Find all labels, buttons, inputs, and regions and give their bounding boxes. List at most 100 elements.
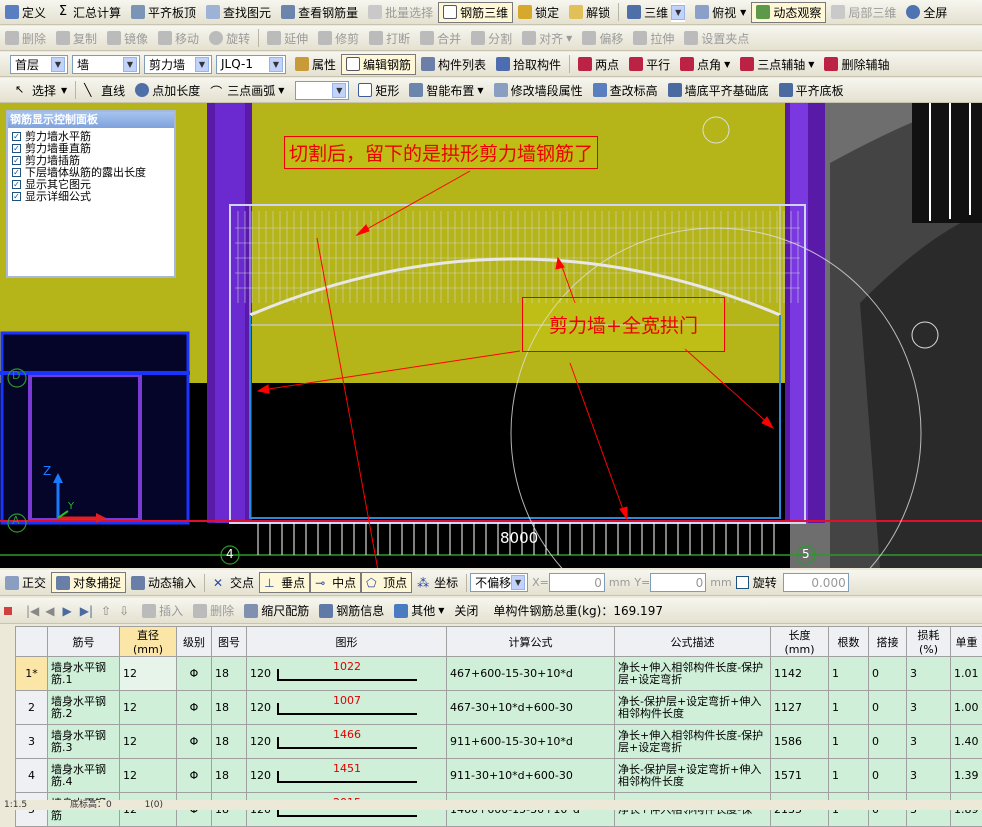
cell-length[interactable]: 1571 [771,759,829,793]
row-index[interactable]: 1* [16,657,48,691]
grip-button[interactable]: 设置夹点 [679,28,754,49]
component-list-button[interactable]: 构件列表 [416,54,491,75]
offset-button[interactable]: 偏移 [577,28,628,49]
smart-layout-button[interactable]: 智能布置▼ [404,80,488,101]
cell-description[interactable]: 净长+伸入相邻构件长度-保护层+设定弯折 [615,657,771,691]
two-point-axis-button[interactable]: 两点 [573,54,624,75]
header-loss[interactable]: 损耗(%) [907,627,951,657]
cell-diameter[interactable]: 12 [120,657,177,691]
intersection-snap[interactable]: ✕交点 [208,572,259,593]
sum-calc-button[interactable]: Σ汇总计算 [51,2,126,23]
extend-button[interactable]: 延伸 [262,28,313,49]
arc-mode-select[interactable]: ▼ [295,81,349,100]
lock-button[interactable]: 锁定 [513,2,564,23]
table-row[interactable]: 2墙身水平钢筋.212Φ181201007467-30+10*d+600-30净… [16,691,982,725]
cell-length[interactable]: 1127 [771,691,829,725]
prev-icon[interactable]: ◀ [45,604,54,618]
cell-loss[interactable]: 3 [907,725,951,759]
cell-formula[interactable]: 911+600-15-30+10*d [447,725,615,759]
table-row[interactable]: 3墙身水平钢筋.312Φ181201466911+600-15-30+10*d净… [16,725,982,759]
x-input[interactable]: 0 [549,573,605,592]
merge-button[interactable]: 合并 [415,28,466,49]
subtype-select[interactable]: 剪力墙▼ [144,55,212,74]
cell-shape[interactable]: 1201466 [247,725,447,759]
cell-grade[interactable]: Φ [177,691,212,725]
split-button[interactable]: 分割 [466,28,517,49]
cell-diameter[interactable]: 12 [120,725,177,759]
point-length-button[interactable]: 点加长度 [130,80,205,101]
offset-select[interactable]: 不偏移▼ [470,573,528,592]
rebar-info-button[interactable]: 钢筋信息 [314,600,389,621]
first-icon[interactable]: |◀ [26,604,39,618]
cell-unit-weight[interactable]: 1.01 [951,657,982,691]
rotate-input[interactable]: 0.000 [783,573,849,592]
cell-bar-name[interactable]: 墙身水平钢筋.1 [48,657,120,691]
point-angle-button[interactable]: 点角▼ [675,54,735,75]
cell-description[interactable]: 净长-保护层+设定弯折+伸入相邻构件长度 [615,759,771,793]
checkbox-detailed-formula[interactable]: ✓显示详细公式 [8,190,174,202]
cell-diameter[interactable]: 12 [120,691,177,725]
cell-lap[interactable]: 0 [869,725,907,759]
cell-unit-weight[interactable]: 1.40 [951,725,982,759]
edit-rebar-button[interactable]: 编辑钢筋 [341,54,416,75]
line-button[interactable]: ╲直线 [79,80,130,101]
cell-count[interactable]: 1 [829,657,869,691]
align-floor-bottom-button[interactable]: 平齐底板 [774,80,849,101]
batch-select-button[interactable]: 批量选择 [363,2,438,23]
header-fig-no[interactable]: 图号 [212,627,247,657]
rectangle-button[interactable]: 矩形 [353,80,404,101]
pick-component-button[interactable]: 拾取构件 [491,54,566,75]
close-table-button[interactable]: 关闭 [449,600,483,621]
row-index[interactable]: 2 [16,691,48,725]
header-formula[interactable]: 计算公式 [447,627,615,657]
coordinate-snap[interactable]: ⁂坐标 [412,572,463,593]
insert-button[interactable]: 插入 [137,600,188,621]
cell-count[interactable]: 1 [829,691,869,725]
unlock-button[interactable]: 解锁 [564,2,615,23]
cell-shape[interactable]: 1201007 [247,691,447,725]
cell-length[interactable]: 1142 [771,657,829,691]
three-point-axis-button[interactable]: 三点辅轴▼ [735,54,819,75]
find-element-button[interactable]: 查找图元 [201,2,276,23]
object-snap-toggle[interactable]: 对象捕捉 [51,572,126,593]
cell-description[interactable]: 净长-保护层+设定弯折+伸入相邻构件长度 [615,691,771,725]
delete-axis-button[interactable]: 删除辅轴 [819,54,894,75]
parallel-axis-button[interactable]: 平行 [624,54,675,75]
header-lap[interactable]: 搭接 [869,627,907,657]
vertex-snap[interactable]: ⬠顶点 [361,572,412,593]
cell-unit-weight[interactable]: 1.00 [951,691,982,725]
table-row[interactable]: 1*墙身水平钢筋.112Φ181201022467+600-15-30+10*d… [16,657,982,691]
cell-lap[interactable]: 0 [869,759,907,793]
cell-length[interactable]: 1586 [771,725,829,759]
dynamic-input-toggle[interactable]: 动态输入 [126,572,201,593]
cell-loss[interactable]: 3 [907,657,951,691]
view-rebar-qty-button[interactable]: 查看钢筋量 [276,2,363,23]
header-count[interactable]: 根数 [829,627,869,657]
cell-bar-name[interactable]: 墙身水平钢筋.2 [48,691,120,725]
cell-loss[interactable]: 3 [907,691,951,725]
three-point-arc-button[interactable]: ⌒三点画弧▼ [205,80,289,101]
other-dropdown[interactable]: 其他▼ [389,600,449,621]
top-view-dropdown[interactable]: 俯视▼ [690,2,751,23]
y-input[interactable]: 0 [650,573,706,592]
cell-formula[interactable]: 467-30+10*d+600-30 [447,691,615,725]
stretch-button[interactable]: 拉伸 [628,28,679,49]
cell-diameter[interactable]: 12 [120,759,177,793]
partial-3d-button[interactable]: 局部三维 [826,2,901,23]
wall-bottom-align-button[interactable]: 墙底平齐基础底 [663,80,774,101]
floor-select[interactable]: 首层▼ [10,55,68,74]
trim-button[interactable]: 修剪 [313,28,364,49]
align-slab-top-button[interactable]: 平齐板顶 [126,2,201,23]
define-button[interactable]: 定义 [0,2,51,23]
down-icon[interactable]: ⇩ [119,604,129,618]
cell-bar-name[interactable]: 墙身水平钢筋.4 [48,759,120,793]
properties-button[interactable]: 属性 [290,54,341,75]
cell-count[interactable]: 1 [829,725,869,759]
header-diameter[interactable]: 直径(mm) [120,627,177,657]
cell-description[interactable]: 净长+伸入相邻构件长度-保护层+设定弯折 [615,725,771,759]
header-shape[interactable]: 图形 [247,627,447,657]
row-index[interactable]: 3 [16,725,48,759]
cell-lap[interactable]: 0 [869,657,907,691]
cell-lap[interactable]: 0 [869,691,907,725]
component-name-select[interactable]: JLQ-1▼ [216,55,286,74]
